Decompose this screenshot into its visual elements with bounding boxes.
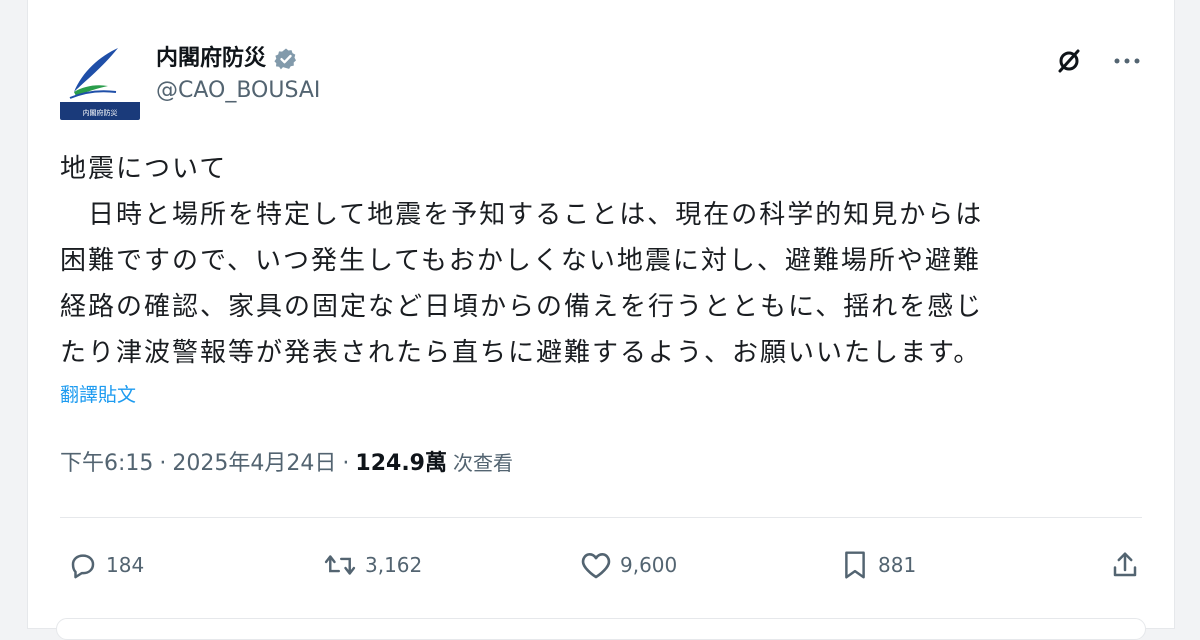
post-time[interactable]: 下午6:15 xyxy=(60,445,153,477)
author-display-name[interactable]: 内閣府防災 xyxy=(156,44,298,74)
post-card: 内閣府防災 内閣府防災 @CAO_BOUSAI 地震について 日時と場所を特定し… xyxy=(28,0,1174,640)
share-icon xyxy=(1113,552,1137,577)
reply-composer-edge xyxy=(56,618,1146,640)
translate-post-link[interactable]: 翻譯貼文 xyxy=(60,380,136,407)
cao-logo: 内閣府防災 xyxy=(60,40,140,120)
action-bar: 184 3,162 9,600 881 xyxy=(68,545,1140,585)
grok-icon[interactable] xyxy=(1054,46,1084,76)
display-name-text: 内閣府防災 xyxy=(156,46,267,71)
view-count-label: 次查看 xyxy=(452,451,513,475)
more-icon[interactable] xyxy=(1112,46,1142,76)
top-actions xyxy=(1054,46,1142,76)
share-button[interactable] xyxy=(1110,550,1140,580)
author-names: 内閣府防災 @CAO_BOUSAI xyxy=(156,44,320,108)
post-line: たり津波警報等が発表されたら直ちに避難するよう、お願いいたします。 xyxy=(60,338,982,368)
post-line: 経路の確認、家具の固定など日頃からの備えを行うとともに、揺れを感じ xyxy=(60,292,984,322)
like-button[interactable]: 9,600 xyxy=(580,550,840,580)
reply-icon xyxy=(71,554,95,579)
avatar[interactable]: 内閣府防災 xyxy=(60,40,140,120)
avatar-caption: 内閣府防災 xyxy=(83,108,118,117)
post-title: 地震について xyxy=(60,154,228,184)
post-text: 地震について 日時と場所を特定して地震を予知することは、現在の科学的知見からは … xyxy=(60,146,1140,376)
repost-icon xyxy=(324,555,356,575)
verified-badge-icon xyxy=(274,47,298,71)
post-meta: 下午6:15 · 2025年4月24日 · 124.9萬 次查看 xyxy=(60,445,513,477)
view-count: 124.9萬 xyxy=(355,451,447,476)
reply-button[interactable]: 184 xyxy=(68,550,323,580)
post-line: 困難ですので、いつ発生してもおかしくない地震に対し、避難場所や避難 xyxy=(60,246,981,276)
bookmark-icon xyxy=(845,551,865,579)
bookmark-count: 881 xyxy=(878,553,917,577)
post-date[interactable]: 2025年4月24日 xyxy=(172,445,336,477)
post-line: 日時と場所を特定して地震を予知することは、現在の科学的知見からは xyxy=(88,200,984,230)
author-handle[interactable]: @CAO_BOUSAI xyxy=(156,74,320,108)
bookmark-button[interactable]: 881 xyxy=(840,549,1092,581)
repost-count: 3,162 xyxy=(365,553,423,577)
post-header: 内閣府防災 内閣府防災 @CAO_BOUSAI xyxy=(60,40,1142,120)
reply-count: 184 xyxy=(106,553,145,577)
meta-separator: · xyxy=(159,451,167,476)
meta-separator: · xyxy=(342,451,350,476)
heart-icon xyxy=(581,553,611,579)
repost-button[interactable]: 3,162 xyxy=(323,550,580,580)
divider xyxy=(60,517,1142,518)
like-count: 9,600 xyxy=(620,553,678,577)
